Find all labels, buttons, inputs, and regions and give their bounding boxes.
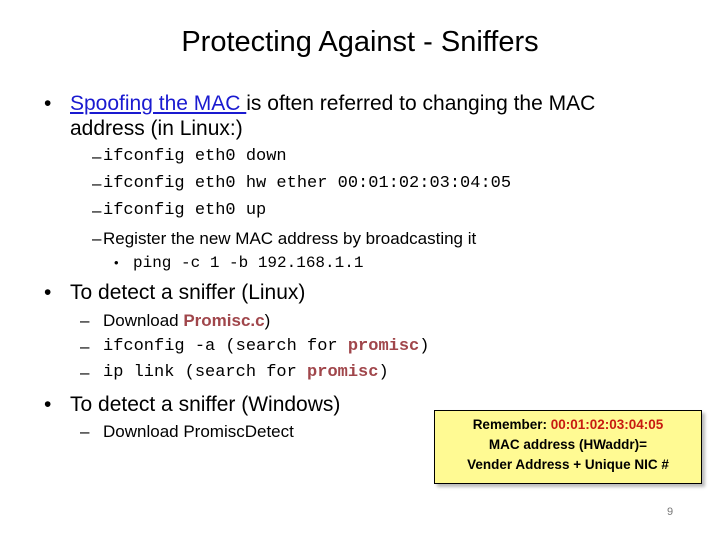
callout-mac: 00:01:02:03:04:05 (550, 417, 664, 432)
remember-callout: Remember: 00:01:02:03:04:05 MAC address … (434, 410, 702, 484)
dash-glyph: – (92, 147, 102, 166)
promisc-keyword: promisc (347, 337, 420, 356)
dash-glyph: – (80, 311, 90, 330)
callout-line1: Remember: 00:01:02:03:04:05 (435, 415, 701, 435)
dash-glyph: – (80, 337, 90, 356)
dash-glyph: – (80, 363, 90, 382)
bullet-spoofing: Spoofing the MAC is often referred to ch… (70, 92, 595, 116)
bullet-text-line2: address (in Linux:) (70, 117, 243, 140)
bullet-text: is often referred to changing the MAC (246, 92, 596, 115)
bullet-detect-linux: To detect a sniffer (Linux) (70, 281, 306, 304)
sub-item: Download PromiscDetect (103, 422, 294, 441)
bullet-detect-windows: To detect a sniffer (Windows) (70, 393, 341, 416)
slide-title: Protecting Against - Sniffers (181, 26, 539, 58)
sub-item: Download Promisc.c) (103, 311, 270, 331)
promisc-c-link[interactable]: Promisc.c (183, 311, 264, 330)
dash-glyph: – (92, 201, 102, 220)
sub-sub-item: ping -c 1 -b 192.168.1.1 (133, 254, 364, 272)
sub-item: ifconfig eth0 up (103, 201, 267, 220)
sub-item: ifconfig eth0 down (103, 147, 287, 166)
sub-item-text: ) (378, 363, 389, 382)
callout-line2: MAC address (HWaddr)= (488, 437, 648, 452)
dash-glyph: – (80, 422, 90, 441)
sub-item: ifconfig -a (search for promisc) (103, 337, 429, 356)
bullet-glyph: • (44, 281, 52, 304)
spoofing-link[interactable]: Spoofing the MAC (70, 92, 246, 115)
bullet-glyph: • (114, 255, 119, 270)
sub-item: ip link (search for promisc) (103, 363, 389, 382)
sub-item-text: ) (419, 337, 430, 356)
sub-item-text: ip link (search for (103, 363, 308, 382)
bullet-glyph: • (44, 393, 52, 416)
sub-item: Register the new MAC address by broadcas… (103, 229, 477, 248)
callout-label: Remember: (472, 417, 551, 432)
sub-item-text: ) (264, 311, 271, 330)
sub-item-text: Download (103, 311, 184, 330)
dash-glyph: – (92, 229, 102, 248)
sub-item-text: ifconfig -a (search for (103, 337, 348, 356)
callout-line3: Vender Address + Unique NIC # (467, 457, 669, 472)
bullet-glyph: • (44, 92, 52, 115)
page-number: 9 (667, 506, 674, 518)
dash-glyph: – (92, 174, 102, 193)
sub-item: ifconfig eth0 hw ether 00:01:02:03:04:05 (103, 174, 512, 193)
promisc-keyword: promisc (307, 363, 379, 382)
